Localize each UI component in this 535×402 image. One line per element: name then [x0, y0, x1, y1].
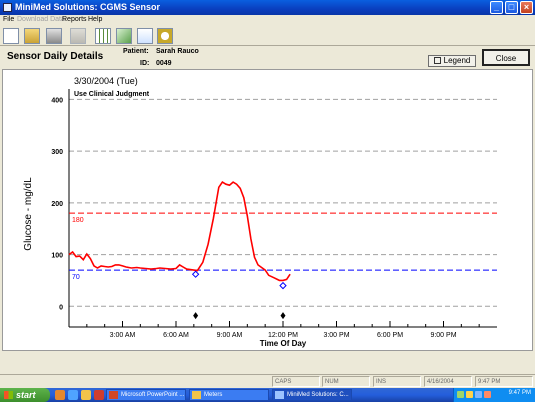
toolbar [0, 26, 535, 46]
app-icon [3, 3, 12, 12]
task-powerpoint-label: Microsoft PowerPoint ... [121, 392, 185, 398]
event-marker [280, 312, 286, 320]
id-label: ID: [140, 60, 150, 67]
grid-report-icon[interactable] [95, 28, 111, 44]
chart-report-icon[interactable] [116, 28, 132, 44]
chart-panel: 3/30/2004 (Tue) Use Clinical Judgment 0 100… [2, 69, 533, 351]
window-title: MiniMed Solutions: CGMS Sensor [15, 2, 161, 12]
y-tick-label: 0 [59, 304, 63, 311]
system-tray: 9:47 PM [453, 388, 535, 402]
chart-subtitle: Use Clinical Judgment [74, 91, 150, 98]
x-axis-label: Time Of Day [260, 339, 307, 348]
tray-volume-icon[interactable] [475, 391, 482, 398]
quicklaunch-app-icon[interactable] [94, 390, 104, 400]
task-minimed-label: MiniMed Solutions: C... [287, 392, 349, 398]
quicklaunch-desktop-icon[interactable] [68, 390, 78, 400]
menu-bar: File Download Data Reports Help [0, 15, 535, 26]
task-powerpoint[interactable]: Microsoft PowerPoint ... [106, 389, 186, 401]
menu-file[interactable]: File [3, 16, 14, 23]
app-window: MiniMed Solutions: CGMS Sensor _ □ × Fil… [0, 0, 535, 388]
close-window-button[interactable]: × [520, 1, 533, 14]
x-tick-label: 9:00 PM [430, 332, 456, 339]
patient-label: Patient: [123, 48, 149, 55]
patient-id: 0049 [156, 60, 172, 67]
glucose-series-line [68, 181, 291, 282]
y-tick-label: 300 [51, 149, 63, 156]
line-graph-icon[interactable] [137, 28, 153, 44]
title-bar[interactable]: MiniMed Solutions: CGMS Sensor _ □ × [0, 0, 535, 15]
taskbar: start Microsoft PowerPoint ... Meters Mi… [0, 388, 535, 402]
minimize-button[interactable]: _ [490, 1, 503, 14]
quicklaunch-folder-icon[interactable] [81, 390, 91, 400]
powerpoint-icon [109, 391, 118, 399]
x-tick-label: 6:00 AM [163, 332, 189, 339]
ins-indicator: INS [373, 376, 421, 387]
y-tick-label: 100 [51, 253, 63, 260]
taskbar-clock: 9:47 PM [508, 390, 531, 396]
start-button[interactable]: start [0, 388, 50, 402]
event-marker [193, 312, 199, 320]
tray-alert-icon[interactable] [466, 391, 473, 398]
num-indicator: NUM [322, 376, 370, 387]
caps-indicator: CAPS [272, 376, 320, 387]
legend-icon [433, 57, 441, 65]
folder-icon [192, 391, 201, 399]
tray-network-icon[interactable] [457, 391, 464, 398]
x-tick-label: 6:00 PM [377, 332, 403, 339]
y-axis-label: Glucose - mg/dL [23, 177, 34, 251]
close-button[interactable]: Close [482, 49, 530, 66]
new-document-icon[interactable] [3, 28, 19, 44]
x-tick-label: 3:00 AM [110, 332, 136, 339]
menu-help[interactable]: Help [88, 16, 102, 23]
y-tick-label: 400 [51, 97, 63, 104]
print-icon[interactable] [46, 28, 62, 44]
meter-reading-marker [279, 281, 287, 290]
status-time: 9:47 PM [475, 376, 533, 387]
x-tick-label: 12:00 PM [268, 332, 298, 339]
x-tick-label: 9:00 AM [217, 332, 243, 339]
task-meters-label: Meters [204, 392, 223, 398]
tray-security-icon[interactable] [484, 391, 491, 398]
y-tick-label: 200 [51, 201, 63, 208]
menu-download-data[interactable]: Download Data [17, 16, 65, 23]
x-tick-label: 3:00 PM [323, 332, 349, 339]
start-label: start [16, 390, 36, 400]
legend-button-label: Legend [443, 56, 471, 65]
patient-name: Sarah Rauco [156, 48, 199, 55]
meter-reading-marker [191, 270, 200, 278]
menu-reports[interactable]: Reports [62, 16, 87, 23]
quicklaunch-browser-icon[interactable] [55, 390, 65, 400]
chart-title: 3/30/2004 (Tue) [74, 76, 138, 86]
open-folder-icon[interactable] [24, 28, 40, 44]
maximize-button[interactable]: □ [505, 1, 518, 14]
minimed-icon [275, 391, 284, 399]
legend-button[interactable]: Legend [428, 55, 476, 67]
clock-icon[interactable] [157, 28, 173, 44]
task-minimed[interactable]: MiniMed Solutions: C... [272, 389, 352, 401]
task-meters[interactable]: Meters [189, 389, 269, 401]
glucose-chart: 3/30/2004 (Tue) Use Clinical Judgment 0 100… [23, 76, 497, 348]
high-limit-label: 180 [72, 217, 84, 224]
low-limit-label: 70 [72, 274, 80, 281]
disk-icon[interactable] [70, 28, 86, 44]
status-bar: CAPS NUM INS 4/16/2004 9:47 PM [0, 374, 535, 388]
section-title: Sensor Daily Details [7, 51, 104, 62]
windows-flag-icon [4, 391, 13, 399]
status-date: 4/16/2004 [424, 376, 472, 387]
